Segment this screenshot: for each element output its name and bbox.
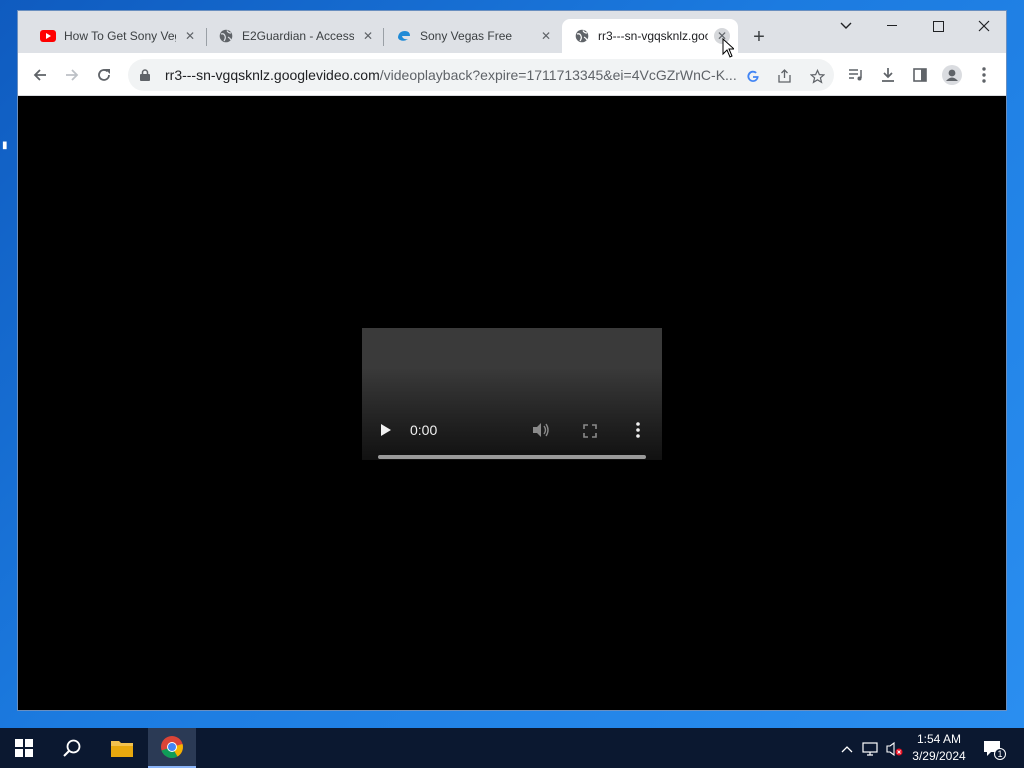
downloads-icon[interactable] [874,61,902,89]
video-progress-bar[interactable] [378,455,646,459]
fullscreen-icon[interactable] [582,423,598,439]
back-button[interactable] [26,61,54,89]
profile-avatar-icon[interactable] [938,61,966,89]
tab-title: E2Guardian - Access D [242,29,354,43]
browser-toolbar: rr3---sn-vgqsknlz.googlevideo.com/videop… [18,53,1006,96]
globe-icon [574,28,590,44]
tab-title: Sony Vegas Free [420,29,513,43]
globe-icon [218,28,234,44]
chrome-icon[interactable] [148,728,196,768]
mouse-cursor [722,38,734,58]
notification-center-icon[interactable]: 1 [982,740,1006,760]
clock-date: 3/29/2024 [912,749,966,763]
media-controls-icon[interactable] [842,61,870,89]
play-icon[interactable] [378,422,394,438]
browser-window: How To Get Sony Veg ✕ E2Guardian - Acces… [17,10,1007,711]
youtube-icon [40,28,56,44]
url-host: rr3---sn-vgqsknlz.googlevideo.com [165,67,380,83]
video-options-icon[interactable] [630,422,646,438]
search-icon[interactable] [48,728,96,768]
bookmark-star-icon[interactable] [808,67,826,85]
notification-count-badge: 1 [994,748,1006,760]
menu-kebab-icon[interactable] [970,61,998,89]
video-current-time: 0:00 [410,422,438,438]
edge-icon [396,28,412,44]
tab-googlevideo-active[interactable]: rr3---sn-vgqsknlz.goo ✕ [562,19,738,53]
desktop-icon-fragment[interactable]: ▮ [2,140,18,151]
address-bar[interactable]: rr3---sn-vgqsknlz.googlevideo.com/videop… [128,59,834,91]
page-viewport: 0:00 [18,96,1006,710]
minimize-button[interactable] [869,11,915,41]
tab-sony-vegas-free[interactable]: Sony Vegas Free ✕ [384,19,562,53]
tab-title: How To Get Sony Veg [64,29,176,43]
windows-start-icon[interactable] [0,728,48,768]
maximize-button[interactable] [915,11,961,41]
tab-title: rr3---sn-vgqsknlz.goo [598,29,708,43]
tab-youtube[interactable]: How To Get Sony Veg ✕ [28,19,206,53]
share-icon[interactable] [776,67,794,85]
side-panel-icon[interactable] [906,61,934,89]
system-clock[interactable]: 1:54 AM 3/29/2024 [906,731,972,765]
clock-time: 1:54 AM [916,732,962,746]
volume-muted-icon[interactable] [886,740,904,758]
taskbar: 1:54 AM 3/29/2024 1 [0,728,1024,768]
tab-close-icon[interactable]: ✕ [182,28,198,44]
video-player[interactable]: 0:00 [362,328,662,460]
mute-icon[interactable] [532,422,550,438]
url-path: /videoplayback?expire=1711713345&ei=4VcG… [379,67,737,83]
new-tab-button[interactable]: + [747,25,771,49]
network-icon[interactable] [862,740,880,758]
lock-icon[interactable] [140,69,156,81]
tab-e2guardian[interactable]: E2Guardian - Access D ✕ [206,19,384,53]
tab-close-icon[interactable]: ✕ [360,28,376,44]
tab-strip: How To Get Sony Veg ✕ E2Guardian - Acces… [18,11,1006,53]
tab-search-chevron-icon[interactable] [823,11,869,41]
url-text: rr3---sn-vgqsknlz.googlevideo.com/videop… [165,67,737,83]
close-window-button[interactable] [961,11,1007,41]
chevron-up-icon[interactable] [838,740,856,758]
reload-button[interactable] [90,61,118,89]
file-explorer-icon[interactable] [98,728,146,768]
tab-close-icon[interactable]: ✕ [538,28,554,44]
google-lens-icon[interactable] [744,67,762,85]
forward-button[interactable] [58,61,86,89]
